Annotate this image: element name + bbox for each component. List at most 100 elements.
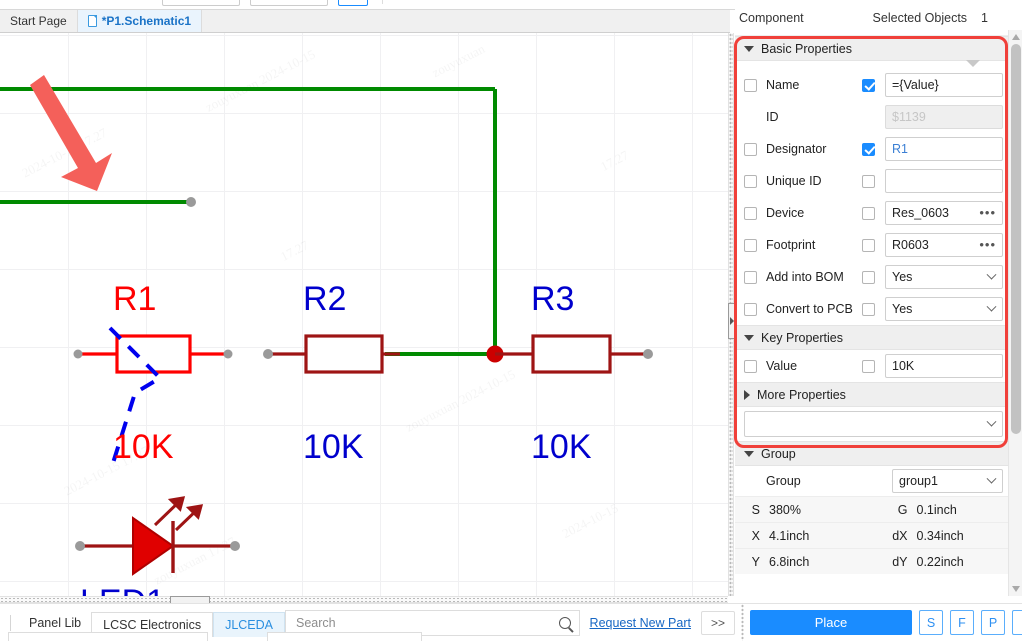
- add-into-bom-value-text: Yes: [892, 270, 913, 284]
- expand-library-button[interactable]: >>: [700, 610, 735, 635]
- unique-id-label-checkbox[interactable]: [744, 174, 757, 188]
- value-visible-checkbox[interactable]: [862, 359, 875, 373]
- add-into-bom-visible-checkbox[interactable]: [862, 270, 875, 284]
- group-label: Group: [766, 474, 801, 488]
- metric-row-s-g: S 380% G 0.1inch: [735, 496, 1022, 522]
- scroll-down-arrow-icon[interactable]: [1012, 586, 1020, 592]
- device-type-label: [220, 632, 223, 641]
- section-title: Group: [761, 446, 796, 461]
- document-tab-bar: Start Page *P1.Schematic1: [0, 10, 730, 33]
- scroll-hint-chevron-icon[interactable]: [966, 60, 980, 67]
- property-row-name: Name ={Value}: [735, 69, 1022, 101]
- component-r1: [73, 334, 233, 374]
- device-visible-checkbox[interactable]: [862, 206, 875, 220]
- app-root: Start Page *P1.Schematic1 2024-10-15 17.…: [0, 0, 1022, 641]
- name-value-field[interactable]: ={Value}: [885, 73, 1003, 97]
- section-group[interactable]: Group: [735, 441, 1022, 466]
- schematic-canvas[interactable]: 2024-10-15 17.27 zouyuxuan 2024-10-15 zo…: [0, 33, 728, 596]
- property-label: Name: [766, 78, 800, 92]
- group-select[interactable]: group1: [892, 469, 1003, 493]
- toolbar-field-3[interactable]: [338, 0, 368, 6]
- text-tool-icon[interactable]: [116, 0, 131, 1]
- ellipsis-icon[interactable]: •••: [979, 206, 996, 219]
- metric-value: 6.8inch: [769, 554, 810, 569]
- request-new-part-link[interactable]: Request New Part: [590, 616, 691, 630]
- chevron-down-icon: [986, 473, 997, 484]
- inspector-scrollbar[interactable]: [1008, 30, 1022, 596]
- bottom-divider: [10, 614, 11, 631]
- selected-objects-count: 1: [981, 10, 988, 25]
- toolbar-field-1[interactable]: [162, 0, 240, 6]
- convert-to-pcb-label-checkbox[interactable]: [744, 302, 757, 316]
- property-row-id: ID $1139: [735, 101, 1022, 133]
- value-field[interactable]: 10K: [885, 354, 1003, 378]
- metric-value: 0.22inch: [916, 554, 964, 569]
- property-row-add-into-bom: Add into BOM Yes: [735, 261, 1022, 293]
- designator-value-field[interactable]: R1: [885, 137, 1003, 161]
- label-r2-value: 10K: [303, 428, 364, 466]
- label-r2-designator: R2: [303, 280, 346, 318]
- device-type-field[interactable]: [267, 632, 423, 641]
- footprint-visible-checkbox[interactable]: [862, 238, 875, 252]
- pin-dot: [186, 197, 196, 207]
- property-label: Unique ID: [766, 174, 822, 188]
- unique-id-value-field[interactable]: [885, 169, 1003, 193]
- tab-start-page[interactable]: Start Page: [0, 10, 78, 32]
- netlabel-tool-icon[interactable]: [90, 0, 105, 1]
- designator-label-checkbox[interactable]: [744, 142, 757, 156]
- section-basic-properties[interactable]: Basic Properties: [735, 36, 1022, 61]
- property-row-value: Value 10K: [735, 350, 1022, 382]
- section-key-properties[interactable]: Key Properties: [735, 325, 1022, 350]
- tab-p1-schematic1[interactable]: *P1.Schematic1: [77, 10, 203, 32]
- more-properties-row: [735, 407, 1022, 441]
- toolbar-icon-group: [12, 0, 157, 1]
- value-label-checkbox[interactable]: [744, 359, 757, 373]
- inspector-panel: Component Selected Objects 1 Basic Prope…: [735, 0, 1022, 603]
- chevron-down-icon: [744, 334, 754, 341]
- scroll-up-arrow-icon[interactable]: [1012, 34, 1020, 40]
- wire-tool-icon[interactable]: [38, 0, 53, 1]
- ellipsis-icon[interactable]: •••: [979, 238, 996, 251]
- unique-id-visible-checkbox[interactable]: [862, 174, 875, 188]
- panel-lib-label[interactable]: Panel Lib: [19, 616, 91, 630]
- property-row-footprint: Footprint R0603 •••: [735, 229, 1022, 261]
- component-r2: [268, 334, 400, 374]
- convert-to-pcb-value-text: Yes: [892, 302, 913, 316]
- property-row-unique-id: Unique ID: [735, 165, 1022, 197]
- designator-visible-checkbox[interactable]: [862, 142, 875, 156]
- add-into-bom-select[interactable]: Yes: [885, 265, 1003, 289]
- search-input[interactable]: [294, 614, 559, 631]
- horizontal-splitter[interactable]: [0, 596, 728, 604]
- section-more-properties[interactable]: More Properties: [735, 382, 1022, 407]
- property-row-designator: Designator R1: [735, 133, 1022, 165]
- metric-key: Y: [751, 554, 760, 569]
- vertical-splitter[interactable]: [728, 33, 735, 596]
- toolbar-field-2[interactable]: [250, 0, 328, 6]
- more-properties-select[interactable]: [744, 411, 1003, 437]
- label-r1-designator: R1: [113, 280, 156, 318]
- convert-to-pcb-select[interactable]: Yes: [885, 297, 1003, 321]
- panel-collapse-handle[interactable]: [728, 303, 735, 339]
- metric-key: dY: [892, 554, 908, 569]
- footprint-value-field[interactable]: R0603 •••: [885, 233, 1003, 257]
- device-label-checkbox[interactable]: [744, 206, 757, 220]
- chevron-down-icon: [986, 301, 997, 312]
- device-value-field[interactable]: Res_0603 •••: [885, 201, 1003, 225]
- metric-key: X: [751, 528, 760, 543]
- name-visible-checkbox[interactable]: [862, 78, 875, 92]
- lib-tree-box[interactable]: [8, 632, 208, 641]
- section-title: Basic Properties: [761, 41, 853, 56]
- name-label-checkbox[interactable]: [744, 78, 757, 92]
- search-icon[interactable]: [558, 616, 571, 629]
- footprint-label-checkbox[interactable]: [744, 238, 757, 252]
- rect-tool-icon[interactable]: [142, 0, 157, 1]
- bus-tool-icon[interactable]: [64, 0, 79, 1]
- property-label: Add into BOM: [766, 270, 844, 284]
- add-into-bom-label-checkbox[interactable]: [744, 270, 757, 284]
- cursor-tool-icon[interactable]: [12, 0, 27, 1]
- scrollbar-thumb[interactable]: [1011, 44, 1021, 434]
- convert-to-pcb-visible-checkbox[interactable]: [862, 302, 875, 316]
- chevron-down-icon: [986, 269, 997, 280]
- metric-row-x-dx: X 4.1inch dX 0.34inch: [735, 522, 1022, 548]
- property-label: Value: [766, 359, 798, 373]
